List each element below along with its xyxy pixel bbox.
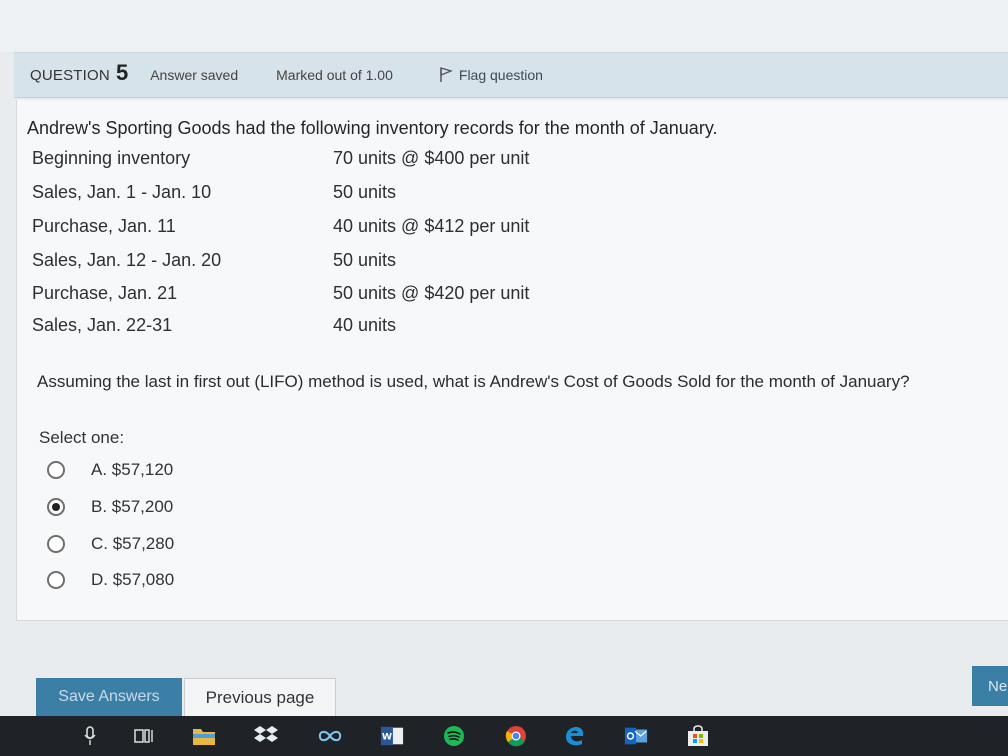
radio-button[interactable] [47, 535, 65, 553]
word-icon[interactable]: W [380, 724, 404, 748]
question-info-bar: QUESTION 5 Answer saved Marked out of 1.… [14, 52, 1008, 98]
task-view-icon[interactable] [132, 724, 156, 748]
radio-dot-icon [52, 503, 60, 511]
outlook-icon[interactable] [624, 724, 648, 748]
question-content: Andrew's Sporting Goods had the followin… [16, 100, 1008, 621]
question-number: 5 [115, 60, 129, 85]
inventory-label: Sales, Jan. 1 - Jan. 10 [32, 182, 212, 202]
flag-question-link[interactable]: Flag question [439, 67, 543, 83]
windows-taskbar: W [0, 716, 1008, 756]
option-text: C. $57,280 [91, 534, 175, 553]
question-intro: Andrew's Sporting Goods had the followin… [27, 118, 718, 138]
inventory-label: Sales, Jan. 12 - Jan. 20 [32, 250, 222, 270]
flag-question-label: Flag question [458, 67, 543, 83]
store-icon[interactable] [686, 724, 710, 748]
file-explorer-icon[interactable] [192, 724, 216, 748]
previous-page-button[interactable]: Previous page [184, 678, 336, 718]
answer-option-d[interactable]: D. $57,080 [47, 570, 174, 590]
flag-icon [440, 67, 453, 82]
question-state: Answer saved [150, 67, 239, 83]
answer-option-a[interactable]: A. $57,120 [47, 460, 173, 480]
next-page-button[interactable]: Ne [972, 666, 1008, 706]
edge-icon[interactable] [562, 724, 586, 748]
infinity-app-icon[interactable] [318, 724, 342, 748]
save-answers-button[interactable]: Save Answers [36, 678, 182, 716]
radio-button[interactable] [47, 571, 65, 589]
inventory-label: Purchase, Jan. 21 [32, 283, 178, 303]
radio-button[interactable] [47, 461, 65, 479]
inventory-value: 50 units [333, 182, 397, 202]
question-label: QUESTION [30, 66, 110, 84]
answer-option-c[interactable]: C. $57,280 [47, 534, 174, 554]
select-one-label: Select one: [39, 428, 125, 447]
inventory-value: 40 units [333, 315, 397, 335]
inventory-label: Purchase, Jan. 11 [32, 216, 176, 236]
spotify-icon[interactable] [442, 724, 466, 748]
microphone-icon[interactable] [78, 724, 102, 748]
radio-button-selected[interactable] [47, 498, 65, 516]
option-text: B. $57,200 [91, 497, 174, 516]
browser-top-area [0, 0, 1008, 52]
option-text: D. $57,080 [91, 570, 175, 589]
inventory-value: 40 units @ $412 per unit [333, 216, 530, 236]
chrome-icon[interactable] [504, 724, 528, 748]
inventory-value: 50 units @ $420 per unit [333, 283, 530, 303]
inventory-value: 70 units @ $400 per unit [333, 148, 530, 168]
option-text: A. $57,120 [91, 460, 174, 479]
question-grade: Marked out of 1.00 [276, 67, 393, 83]
question-prompt: Assuming the last in first out (LIFO) me… [37, 372, 910, 391]
dropbox-icon[interactable] [254, 724, 278, 748]
svg-text:W: W [382, 732, 392, 743]
inventory-label: Beginning inventory [32, 148, 191, 168]
inventory-value: 50 units [333, 250, 397, 270]
answer-option-b[interactable]: B. $57,200 [47, 497, 173, 517]
inventory-label: Sales, Jan. 22-31 [32, 315, 173, 335]
